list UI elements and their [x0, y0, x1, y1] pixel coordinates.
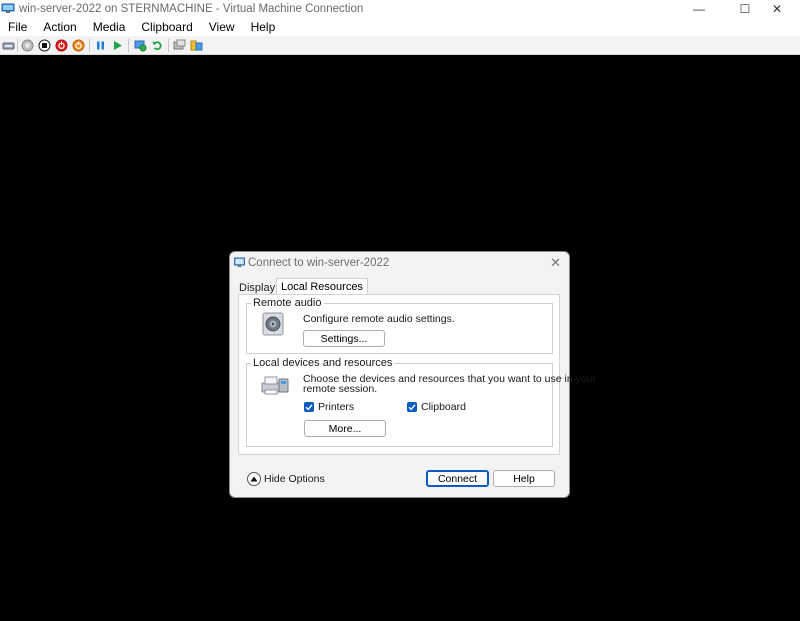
tab-local-resources[interactable]: Local Resources	[276, 278, 368, 295]
checkmark-icon	[305, 404, 313, 411]
start-icon[interactable]	[21, 39, 34, 52]
turn-off-icon[interactable]	[38, 39, 51, 52]
chevron-up-icon	[250, 476, 258, 482]
menu-bar: File Action Media Clipboard View Help	[0, 17, 800, 36]
menu-media[interactable]: Media	[91, 20, 128, 34]
close-button[interactable]: ✕	[754, 0, 800, 17]
clipboard-label[interactable]: Clipboard	[421, 401, 466, 413]
ctrl-alt-del-icon[interactable]	[2, 39, 15, 52]
shut-down-icon[interactable]	[55, 39, 68, 52]
minimize-button[interactable]: —	[676, 0, 722, 17]
remote-audio-group: Remote audio Configure remote audio sett…	[246, 297, 553, 354]
menu-action[interactable]: Action	[41, 20, 78, 34]
remote-desktop-icon	[234, 257, 245, 268]
more-button[interactable]: More...	[304, 420, 386, 437]
window-title: win-server-2022 on STERNMACHINE - Virtua…	[19, 2, 364, 15]
toolbar-separator	[128, 39, 129, 52]
speaker-icon	[262, 312, 284, 336]
remote-audio-description: Configure remote audio settings.	[303, 313, 455, 325]
devices-icon	[260, 373, 290, 397]
share-icon[interactable]	[190, 39, 203, 52]
menu-view[interactable]: View	[207, 20, 237, 34]
save-icon[interactable]	[72, 39, 85, 52]
checkmark-icon	[408, 404, 416, 411]
printers-label[interactable]: Printers	[318, 401, 354, 413]
dialog-title: Connect to win-server-2022	[248, 257, 390, 269]
vm-connection-icon	[1, 3, 15, 14]
local-resources-panel: Remote audio Configure remote audio sett…	[238, 294, 596, 455]
printers-checkbox[interactable]	[304, 402, 314, 412]
connect-button[interactable]: Connect	[426, 470, 489, 487]
revert-icon[interactable]	[151, 39, 164, 52]
toolbar-separator	[17, 39, 18, 52]
dialog-close-button[interactable]: ✕	[550, 255, 561, 271]
clipboard-checkbox[interactable]	[407, 402, 417, 412]
tab-display[interactable]: Display	[239, 282, 275, 294]
title-bar: win-server-2022 on STERNMACHINE - Virtua…	[0, 0, 800, 17]
enhanced-session-icon[interactable]	[173, 39, 186, 52]
checkpoint-icon[interactable]	[134, 39, 147, 52]
pause-icon[interactable]	[94, 39, 107, 52]
toolbar	[0, 36, 800, 55]
hide-options-button[interactable]	[247, 472, 261, 486]
connect-dialog: Connect to win-server-2022 ✕ Display Loc…	[229, 251, 596, 498]
local-devices-group: Local devices and resources Choose the d…	[246, 357, 596, 447]
local-devices-label: Local devices and resources	[251, 357, 395, 369]
help-button[interactable]: Help	[493, 470, 555, 487]
remote-audio-label: Remote audio	[251, 297, 324, 309]
resume-icon[interactable]	[111, 39, 124, 52]
menu-clipboard[interactable]: Clipboard	[139, 20, 194, 34]
hide-options-label[interactable]: Hide Options	[264, 473, 325, 485]
dialog-title-bar: Connect to win-server-2022 ✕	[230, 252, 569, 274]
menu-help[interactable]: Help	[249, 20, 278, 34]
local-devices-description-line2: remote session.	[303, 383, 378, 395]
settings-button[interactable]: Settings...	[303, 330, 385, 347]
menu-file[interactable]: File	[6, 20, 29, 34]
toolbar-separator	[168, 39, 169, 52]
toolbar-separator	[89, 39, 90, 52]
